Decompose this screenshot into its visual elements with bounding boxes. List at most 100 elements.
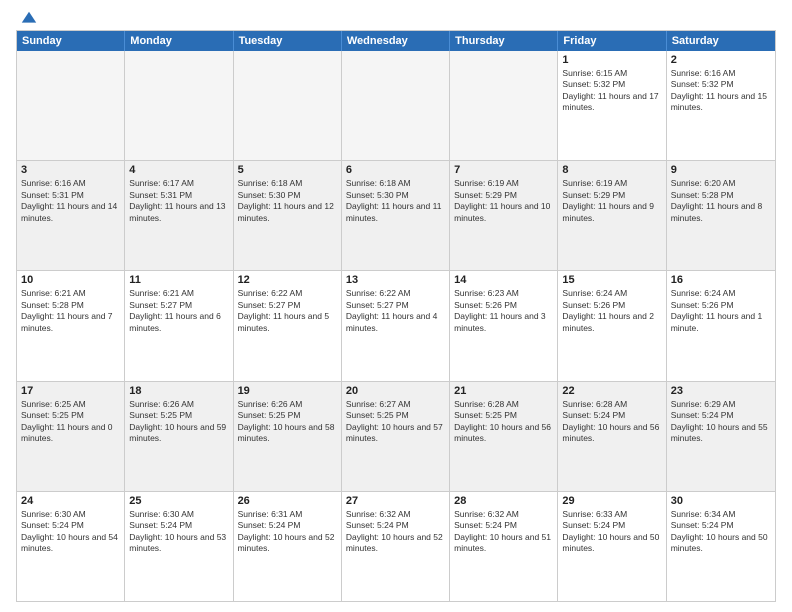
- calendar-row-4: 17Sunrise: 6:25 AMSunset: 5:25 PMDayligh…: [17, 382, 775, 492]
- day-number: 1: [562, 54, 661, 66]
- calendar-cell: [17, 51, 125, 160]
- cell-info-line: Sunset: 5:25 PM: [21, 410, 84, 420]
- cell-info-line: Sunset: 5:25 PM: [346, 410, 409, 420]
- day-number: 30: [671, 495, 771, 507]
- cell-info-line: Sunset: 5:27 PM: [129, 300, 192, 310]
- cell-info: Sunrise: 6:19 AMSunset: 5:29 PMDaylight:…: [562, 178, 661, 224]
- day-number: 26: [238, 495, 337, 507]
- cell-info: Sunrise: 6:34 AMSunset: 5:24 PMDaylight:…: [671, 509, 771, 555]
- cell-info-line: Sunrise: 6:25 AM: [21, 399, 86, 409]
- cell-info-line: Daylight: 11 hours and 9 minutes.: [562, 201, 654, 222]
- calendar-cell: 25 Sunrise: 6:30 AMSunset: 5:24 PMDayligh…: [125, 492, 233, 601]
- cell-info: Sunrise: 6:16 AMSunset: 5:31 PMDaylight:…: [21, 178, 120, 224]
- cell-info-line: Sunrise: 6:24 AM: [562, 288, 627, 298]
- day-tuesday: Tuesday: [234, 31, 342, 51]
- cell-info: Sunrise: 6:32 AMSunset: 5:24 PMDaylight:…: [454, 509, 553, 555]
- cell-info: Sunrise: 6:19 AM Sunset: 5:29 PMDaylight:…: [454, 178, 553, 224]
- day-number: 28: [454, 495, 553, 507]
- day-number: 18: [129, 385, 228, 397]
- cell-info: Sunrise: 6:15 AMSunset: 5:32 PMDaylight:…: [562, 68, 661, 114]
- cell-info-line: Sunrise: 6:19 AM: [454, 178, 519, 188]
- cell-info: Sunrise: 6:28 AMSunset: 5:24 PMDaylight:…: [562, 399, 661, 445]
- day-number: 24: [21, 495, 120, 507]
- cell-info-line: Daylight: 11 hours and 7 minutes.: [21, 311, 113, 332]
- cell-info-line: Sunrise: 6:27 AM: [346, 399, 411, 409]
- calendar-cell: 19Sunrise: 6:26 AMSunset: 5:25 PMDayligh…: [234, 382, 342, 491]
- cell-info-line: Sunset: 5:29 PM: [454, 190, 517, 200]
- cell-info-line: Sunset: 5:25 PM: [454, 410, 517, 420]
- cell-info-line: Sunset: 5:28 PM: [21, 300, 84, 310]
- calendar-cell: 10 Sunrise: 6:21 AM Sunset: 5:28 PMDayligh…: [17, 271, 125, 380]
- day-number: 17: [21, 385, 120, 397]
- day-number: 25: [129, 495, 228, 507]
- day-number: 11: [129, 274, 228, 286]
- cell-info-line: Daylight: 11 hours and 3 minutes.: [454, 311, 546, 332]
- cell-info-line: Sunrise: 6:18 AM: [238, 178, 303, 188]
- cell-info: Sunrise: 6:27 AMSunset: 5:25 PMDaylight:…: [346, 399, 445, 445]
- cell-info-line: Daylight: 11 hours and 13 minutes.: [129, 201, 225, 222]
- calendar-cell: 11 Sunrise: 6:21 AMSunset: 5:27 PMDayligh…: [125, 271, 233, 380]
- calendar-row-2: 3 Sunrise: 6:16 AMSunset: 5:31 PMDaylight…: [17, 161, 775, 271]
- cell-info: Sunrise: 6:26 AMSunset: 5:25 PMDaylight:…: [238, 399, 337, 445]
- cell-info-line: Sunset: 5:32 PM: [562, 79, 625, 89]
- page: Sunday Monday Tuesday Wednesday Thursday…: [0, 0, 792, 612]
- cell-info-line: Daylight: 10 hours and 51 minutes.: [454, 532, 551, 553]
- cell-info-line: Sunset: 5:27 PM: [238, 300, 301, 310]
- calendar-cell: 1 Sunrise: 6:15 AMSunset: 5:32 PMDaylight…: [558, 51, 666, 160]
- cell-info-line: Sunset: 5:24 PM: [21, 520, 84, 530]
- cell-info-line: Sunset: 5:26 PM: [671, 300, 734, 310]
- cell-info-line: Sunset: 5:27 PM: [346, 300, 409, 310]
- day-wednesday: Wednesday: [342, 31, 450, 51]
- cell-info: Sunrise: 6:30 AMSunset: 5:24 PMDaylight:…: [129, 509, 228, 555]
- day-number: 9: [671, 164, 771, 176]
- calendar-cell: 6Sunrise: 6:18 AMSunset: 5:30 PMDaylight…: [342, 161, 450, 270]
- day-number: 27: [346, 495, 445, 507]
- cell-info-line: Daylight: 11 hours and 14 minutes.: [21, 201, 117, 222]
- day-number: 29: [562, 495, 661, 507]
- cell-info-line: Sunset: 5:30 PM: [238, 190, 301, 200]
- cell-info: Sunrise: 6:26 AMSunset: 5:25 PMDaylight:…: [129, 399, 228, 445]
- calendar-cell: [234, 51, 342, 160]
- cell-info-line: Sunset: 5:24 PM: [129, 520, 192, 530]
- calendar-cell: [125, 51, 233, 160]
- cell-info: Sunrise: 6:21 AMSunset: 5:27 PMDaylight:…: [129, 288, 228, 334]
- cell-info-line: Sunrise: 6:28 AM: [454, 399, 519, 409]
- day-number: 3: [21, 164, 120, 176]
- calendar-cell: 22Sunrise: 6:28 AMSunset: 5:24 PMDayligh…: [558, 382, 666, 491]
- cell-info-line: Sunrise: 6:21 AM: [21, 288, 86, 298]
- cell-info-line: Sunrise: 6:34 AM: [671, 509, 736, 519]
- cell-info: Sunrise: 6:31 AMSunset: 5:24 PMDaylight:…: [238, 509, 337, 555]
- cell-info-line: Sunrise: 6:29 AM: [671, 399, 736, 409]
- cell-info-line: Sunrise: 6:18 AM: [346, 178, 411, 188]
- cell-info-line: Daylight: 10 hours and 59 minutes.: [129, 422, 226, 443]
- calendar-cell: 23Sunrise: 6:29 AMSunset: 5:24 PMDayligh…: [667, 382, 775, 491]
- calendar-row-1: 1 Sunrise: 6:15 AMSunset: 5:32 PMDaylight…: [17, 51, 775, 161]
- cell-info-line: Daylight: 10 hours and 54 minutes.: [21, 532, 118, 553]
- cell-info-line: Daylight: 10 hours and 58 minutes.: [238, 422, 335, 443]
- cell-info-line: Sunset: 5:25 PM: [129, 410, 192, 420]
- calendar-body: 1 Sunrise: 6:15 AMSunset: 5:32 PMDaylight…: [17, 51, 775, 601]
- calendar-cell: 17Sunrise: 6:25 AMSunset: 5:25 PMDayligh…: [17, 382, 125, 491]
- cell-info: Sunrise: 6:22 AMSunset: 5:27 PMDaylight:…: [238, 288, 337, 334]
- cell-info: Sunrise: 6:16 AMSunset: 5:32 PMDaylight:…: [671, 68, 771, 114]
- cell-info-line: Sunrise: 6:16 AM: [671, 68, 736, 78]
- cell-info-line: Sunrise: 6:30 AM: [21, 509, 86, 519]
- cell-info-line: Daylight: 11 hours and 10 minutes.: [454, 201, 550, 222]
- cell-info-line: Daylight: 11 hours and 8 minutes.: [671, 201, 763, 222]
- calendar-cell: 2Sunrise: 6:16 AMSunset: 5:32 PMDaylight…: [667, 51, 775, 160]
- day-number: 6: [346, 164, 445, 176]
- calendar-cell: 9 Sunrise: 6:20 AMSunset: 5:28 PMDaylight…: [667, 161, 775, 270]
- cell-info-line: Sunset: 5:26 PM: [562, 300, 625, 310]
- cell-info: Sunrise: 6:20 AMSunset: 5:28 PMDaylight:…: [671, 178, 771, 224]
- cell-info-line: Sunrise: 6:22 AM: [238, 288, 303, 298]
- calendar-cell: 8Sunrise: 6:19 AMSunset: 5:29 PMDaylight…: [558, 161, 666, 270]
- day-monday: Monday: [125, 31, 233, 51]
- day-number: 20: [346, 385, 445, 397]
- day-number: 10: [21, 274, 120, 286]
- cell-info-line: Daylight: 11 hours and 2 minutes.: [562, 311, 654, 332]
- day-saturday: Saturday: [667, 31, 775, 51]
- cell-info: Sunrise: 6:17 AMSunset: 5:31 PMDaylight:…: [129, 178, 228, 224]
- cell-info: Sunrise: 6:24 AMSunset: 5:26 PMDaylight:…: [671, 288, 771, 334]
- cell-info-line: Daylight: 11 hours and 15 minutes.: [671, 91, 767, 112]
- cell-info-line: Sunrise: 6:24 AM: [671, 288, 736, 298]
